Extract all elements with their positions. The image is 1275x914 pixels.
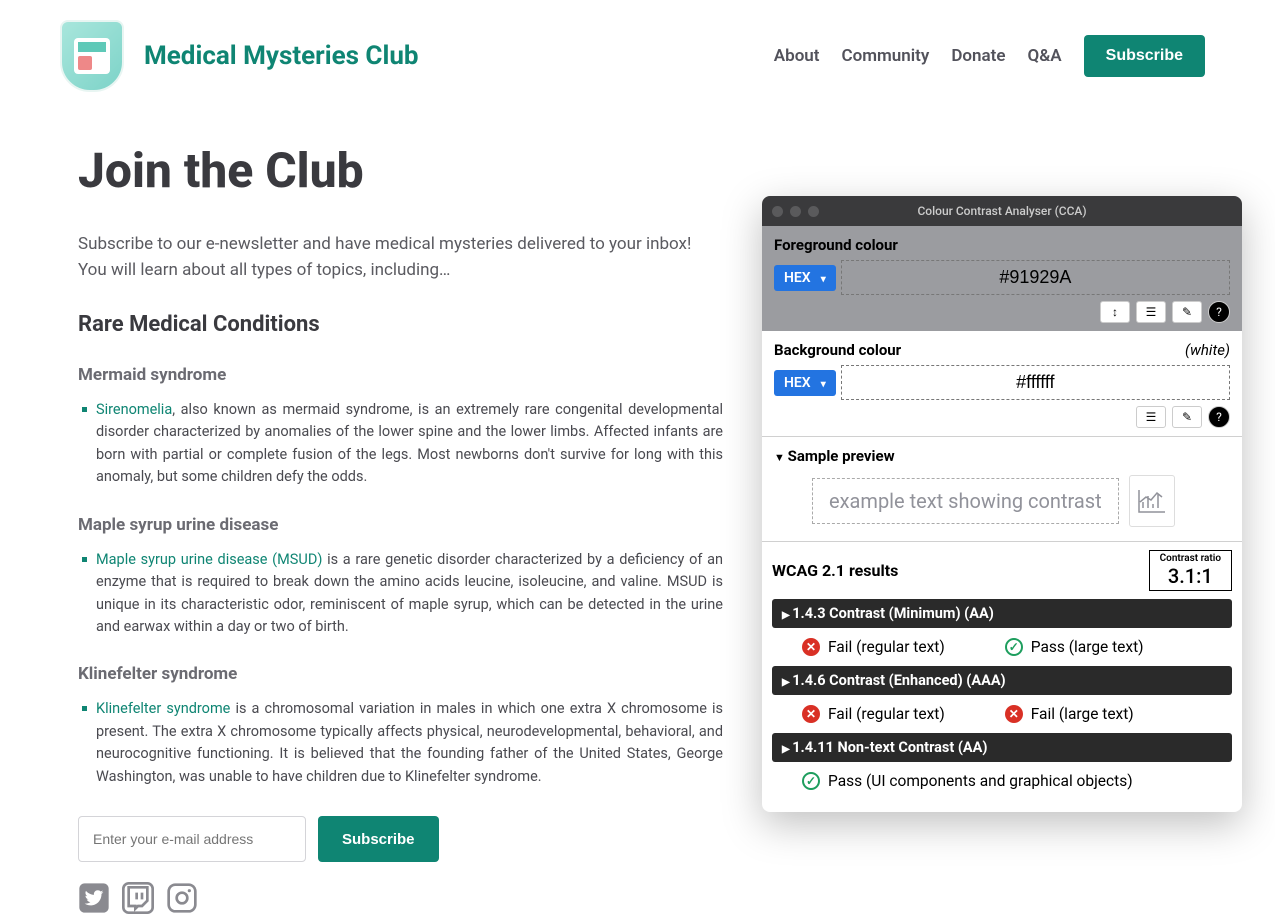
condition-list: Klinefelter syndrome is a chromosomal va…: [78, 698, 730, 788]
bg-format-select[interactable]: HEX: [774, 370, 836, 396]
result-bar[interactable]: 1.4.11 Non-text Contrast (AA): [772, 733, 1232, 762]
ratio-label: Contrast ratio: [1160, 553, 1221, 564]
pass-icon: ✓: [802, 772, 820, 790]
eyedropper-icon[interactable]: ✎: [1172, 406, 1202, 428]
nav-subscribe-button[interactable]: Subscribe: [1084, 35, 1205, 77]
brand-name: Medical Mysteries Club: [144, 41, 419, 71]
subscribe-row: Subscribe: [78, 816, 730, 862]
logo-icon: [60, 20, 124, 92]
result-text: Fail (large text): [1031, 705, 1134, 723]
help-icon[interactable]: ?: [1208, 301, 1230, 323]
contrast-ratio-box: Contrast ratio 3.1:1: [1149, 550, 1232, 591]
pass-icon: ✓: [1005, 638, 1023, 656]
email-field[interactable]: [78, 816, 306, 862]
cca-window-title: Colour Contrast Analyser (CCA): [762, 204, 1242, 218]
fail-icon: ✕: [802, 705, 820, 723]
result-text: Pass (UI components and graphical object…: [828, 772, 1133, 790]
cca-titlebar[interactable]: Colour Contrast Analyser (CCA): [762, 196, 1242, 226]
ratio-value: 3.1:1: [1160, 564, 1221, 588]
results-title: WCAG 2.1 results: [772, 561, 898, 580]
result-row: ✓ Pass (UI components and graphical objec…: [772, 768, 1232, 800]
foreground-label: Foreground colour: [774, 236, 1230, 254]
fg-format-select[interactable]: HEX: [774, 265, 836, 291]
fail-icon: ✕: [1005, 705, 1023, 723]
nav-donate[interactable]: Donate: [951, 46, 1005, 66]
main: Join the Club Subscribe to our e-newslet…: [0, 102, 730, 914]
background-section: Background colour (white) HEX ☰ ✎ ?: [762, 331, 1242, 437]
list-item: Maple syrup urine disease (MSUD) is a ra…: [78, 549, 723, 639]
condition-body: , also known as mermaid syndrome, is an …: [96, 401, 723, 485]
nav-qa[interactable]: Q&A: [1028, 46, 1062, 66]
background-label: Background colour: [774, 341, 901, 359]
subscribe-button[interactable]: Subscribe: [318, 816, 439, 862]
result-bar[interactable]: 1.4.6 Contrast (Enhanced) (AAA): [772, 666, 1232, 695]
instagram-icon[interactable]: [166, 882, 198, 914]
brand: Medical Mysteries Club: [60, 20, 419, 92]
condition-heading: Maple syrup urine disease: [78, 515, 730, 535]
swap-button[interactable]: ↕: [1100, 301, 1130, 323]
condition-heading: Klinefelter syndrome: [78, 664, 730, 684]
condition-link[interactable]: Sirenomelia: [96, 401, 172, 418]
cca-window: Colour Contrast Analyser (CCA) Foregroun…: [762, 196, 1242, 812]
preview-label[interactable]: Sample preview: [774, 447, 1230, 465]
result-text: Fail (regular text): [828, 705, 945, 723]
result-row: ✕ Fail (regular text) ✕ Fail (large text): [772, 701, 1232, 733]
fail-icon: ✕: [802, 638, 820, 656]
sliders-icon[interactable]: ☰: [1136, 406, 1166, 428]
fg-color-input[interactable]: [841, 260, 1230, 295]
preview-section: Sample preview example text showing cont…: [762, 437, 1242, 542]
sliders-icon[interactable]: ☰: [1136, 301, 1166, 323]
result-bar[interactable]: 1.4.3 Contrast (Minimum) (AA): [772, 599, 1232, 628]
bg-color-input[interactable]: [841, 365, 1230, 400]
condition-list: Maple syrup urine disease (MSUD) is a ra…: [78, 549, 730, 639]
nav: About Community Donate Q&A Subscribe: [774, 35, 1205, 77]
result-text: Pass (large text): [1031, 638, 1144, 656]
section-heading: Rare Medical Conditions: [78, 312, 730, 337]
condition-list: Sirenomelia, also known as mermaid syndr…: [78, 399, 730, 489]
header: Medical Mysteries Club About Community D…: [0, 0, 1275, 102]
result-row: ✕ Fail (regular text) ✓ Pass (large text): [772, 634, 1232, 666]
list-item: Klinefelter syndrome is a chromosomal va…: [78, 698, 723, 788]
chart-icon[interactable]: [1129, 475, 1175, 527]
page-subtitle: Subscribe to our e-newsletter and have m…: [78, 231, 698, 284]
twitter-icon[interactable]: [78, 882, 110, 914]
eyedropper-icon[interactable]: ✎: [1172, 301, 1202, 323]
nav-about[interactable]: About: [774, 46, 820, 66]
results-section: WCAG 2.1 results Contrast ratio 3.1:1 1.…: [762, 542, 1242, 812]
result-text: Fail (regular text): [828, 638, 945, 656]
preview-text: example text showing contrast: [812, 478, 1119, 524]
condition-link[interactable]: Maple syrup urine disease (MSUD): [96, 551, 322, 568]
condition-link[interactable]: Klinefelter syndrome: [96, 700, 230, 717]
list-item: Sirenomelia, also known as mermaid syndr…: [78, 399, 723, 489]
nav-community[interactable]: Community: [842, 46, 930, 66]
social-icons: [78, 882, 730, 914]
background-name: (white): [1185, 341, 1230, 359]
condition-heading: Mermaid syndrome: [78, 365, 730, 385]
help-icon[interactable]: ?: [1208, 406, 1230, 428]
foreground-section: Foreground colour HEX ↕ ☰ ✎ ?: [762, 226, 1242, 331]
page-title: Join the Club: [78, 142, 730, 199]
twitch-icon[interactable]: [122, 882, 154, 914]
